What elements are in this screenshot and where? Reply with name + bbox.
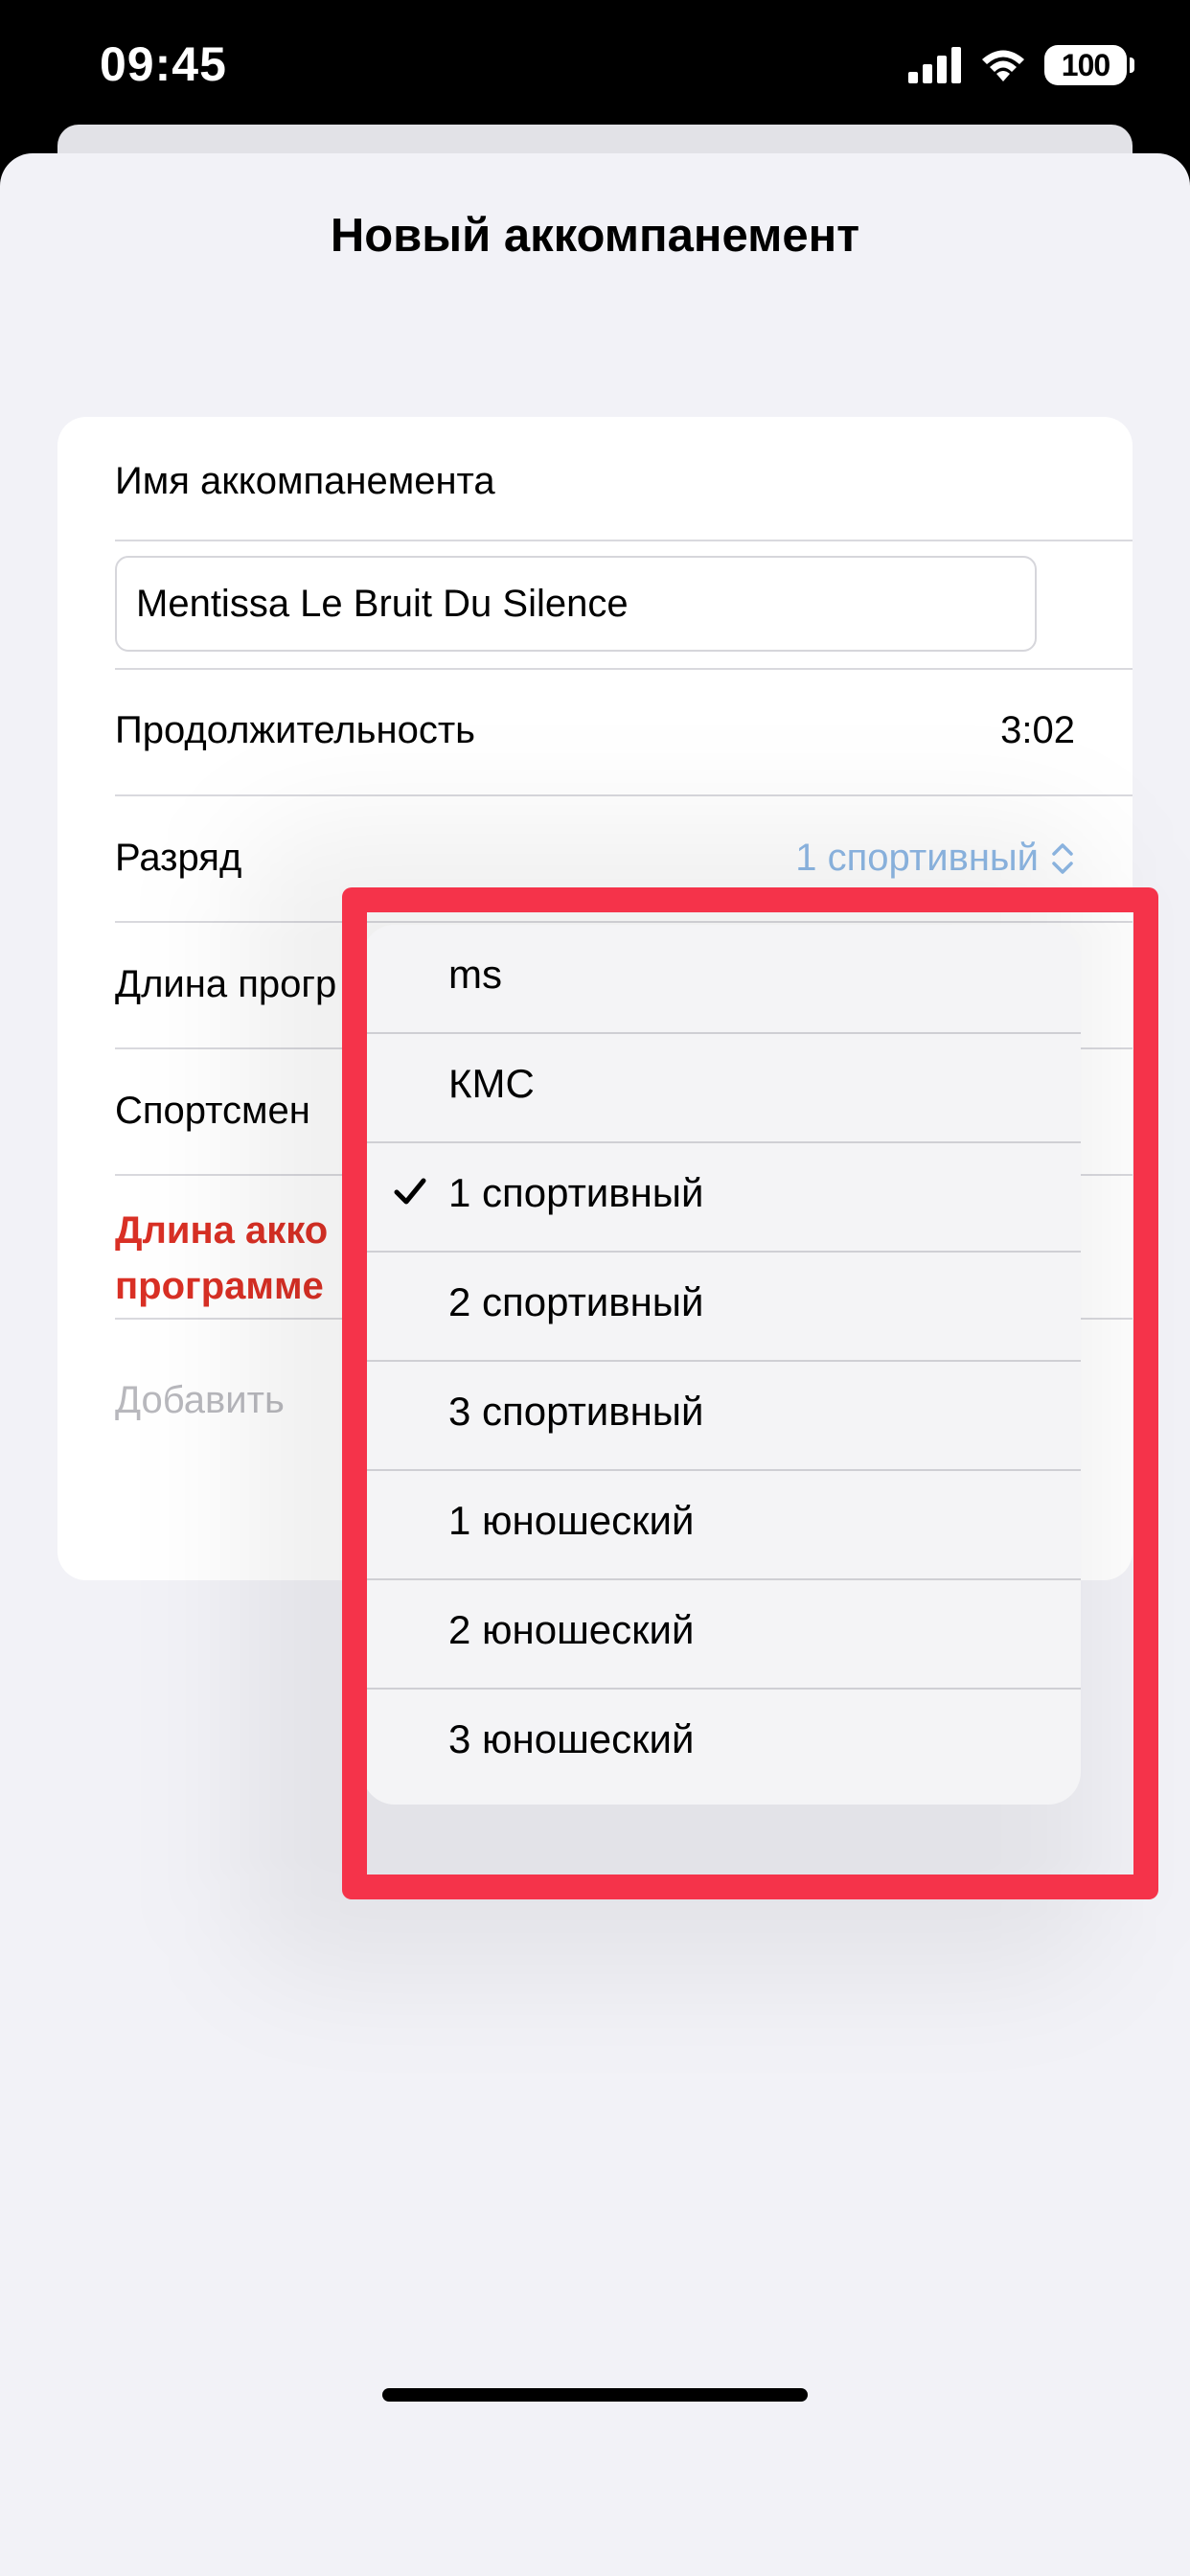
duration-value: 3:02 bbox=[1000, 709, 1075, 751]
menu-item-3-youth[interactable]: 3 юношеский bbox=[362, 1690, 1081, 1805]
status-icons: 100 bbox=[908, 42, 1134, 88]
menu-item-label: 2 спортивный bbox=[448, 1279, 704, 1324]
divider bbox=[115, 668, 1133, 670]
menu-item-kms[interactable]: КМС bbox=[362, 1034, 1081, 1143]
menu-item-label: ms bbox=[448, 952, 502, 997]
menu-item-label: 3 спортивный bbox=[448, 1389, 704, 1434]
menu-item-label: 1 спортивный bbox=[448, 1170, 704, 1215]
home-indicator[interactable] bbox=[382, 2388, 808, 2402]
menu-item-2-sport[interactable]: 2 спортивный bbox=[362, 1253, 1081, 1362]
menu-item-1-youth[interactable]: 1 юношеский bbox=[362, 1471, 1081, 1580]
sheet-title: Новый аккомпанемент bbox=[330, 210, 860, 262]
battery-tip bbox=[1130, 58, 1134, 73]
name-input[interactable] bbox=[115, 556, 1037, 652]
status-bar: 09:45 100 bbox=[0, 0, 1190, 125]
wifi-icon bbox=[982, 50, 1024, 81]
menu-item-1-sport[interactable]: 1 спортивный bbox=[362, 1143, 1081, 1253]
name-label: Имя аккомпанемента bbox=[115, 460, 495, 502]
menu-item-label: КМС bbox=[448, 1061, 535, 1106]
duration-label: Продолжительность bbox=[115, 709, 475, 751]
divider bbox=[115, 794, 1133, 796]
battery-level: 100 bbox=[1061, 47, 1110, 82]
menu-item-label: 2 юношеский bbox=[448, 1607, 695, 1652]
menu-item-3-sport[interactable]: 3 спортивный bbox=[362, 1362, 1081, 1471]
rank-menu: ms КМС 1 спортивный 2 спортивный 3 спорт… bbox=[362, 925, 1081, 1805]
checkmark-icon bbox=[394, 1178, 426, 1205]
battery-icon: 100 bbox=[1044, 45, 1134, 85]
menu-item-label: 3 юношеский bbox=[448, 1716, 695, 1761]
menu-item-label: 1 юношеский bbox=[448, 1498, 695, 1543]
status-time: 09:45 bbox=[100, 37, 227, 91]
menu-item-ms[interactable]: ms bbox=[362, 925, 1081, 1034]
signal-icon bbox=[908, 47, 961, 83]
divider bbox=[115, 540, 1133, 541]
menu-item-2-youth[interactable]: 2 юношеский bbox=[362, 1580, 1081, 1690]
